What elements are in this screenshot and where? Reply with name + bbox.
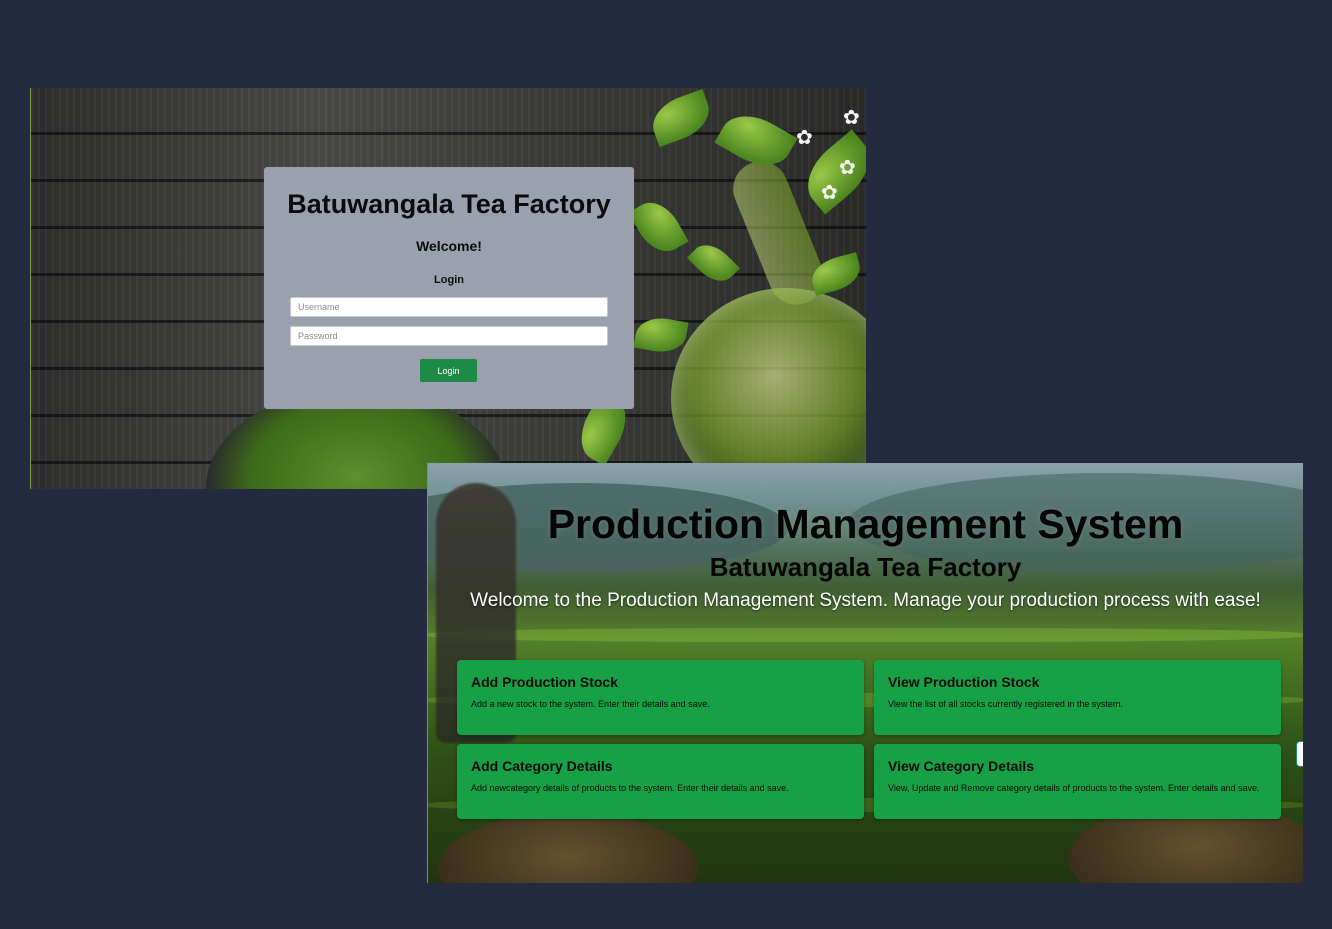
- login-screenshot: ✿ ✿ ✿ ✿ Batuwangala Tea Factory Welcome!…: [30, 88, 866, 489]
- dashboard-screenshot: Production Management System Batuwangala…: [427, 463, 1303, 883]
- flower-icon: ✿: [796, 127, 813, 149]
- card-title: Add Production Stock: [471, 674, 618, 690]
- view-production-stock-card[interactable]: View Production Stock View the list of a…: [874, 660, 1281, 735]
- card-title: View Category Details: [888, 758, 1035, 774]
- add-category-details-card[interactable]: Add Category Details Add newcategory det…: [457, 744, 864, 819]
- view-category-details-card[interactable]: View Category Details View, Update and R…: [874, 744, 1281, 819]
- login-title: Batuwangala Tea Factory: [287, 189, 611, 219]
- add-production-stock-card[interactable]: Add Production Stock Add a new stock to …: [457, 660, 864, 735]
- welcome-heading: Welcome!: [416, 238, 482, 254]
- card-description: Add newcategory details of products to t…: [471, 783, 789, 793]
- login-button[interactable]: Login: [420, 359, 477, 382]
- flower-icon: ✿: [839, 157, 856, 179]
- card-description: Add a new stock to the system. Enter the…: [471, 699, 710, 709]
- card-description: View, Update and Remove category details…: [888, 783, 1260, 793]
- tea-row-image: [428, 628, 1303, 642]
- side-widget-tab[interactable]: [1296, 741, 1303, 767]
- page-title: Production Management System: [547, 501, 1184, 547]
- welcome-tagline: Welcome to the Production Management Sys…: [470, 590, 1261, 611]
- flower-icon: ✿: [843, 107, 860, 129]
- login-card: Batuwangala Tea Factory Welcome! Login L…: [264, 167, 634, 409]
- card-title: View Production Stock: [888, 674, 1040, 690]
- card-description: View the list of all stocks currently re…: [888, 699, 1123, 709]
- password-input[interactable]: [290, 326, 608, 346]
- card-title: Add Category Details: [471, 758, 613, 774]
- page-subtitle: Batuwangala Tea Factory: [709, 552, 1022, 582]
- username-input[interactable]: [290, 297, 608, 317]
- flower-icon: ✿: [821, 182, 838, 204]
- login-section-label: Login: [434, 274, 464, 286]
